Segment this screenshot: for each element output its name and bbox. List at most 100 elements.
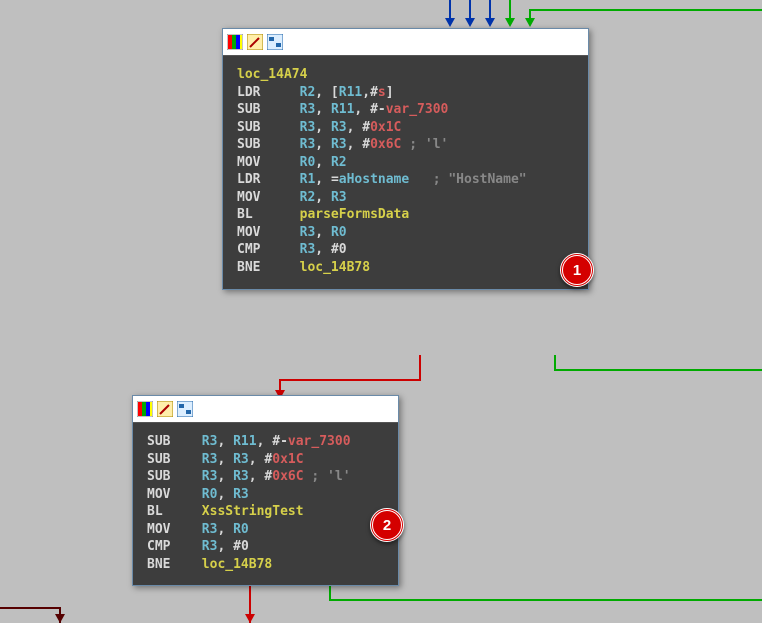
token-reg: R2	[300, 190, 316, 205]
token-reg: R2	[331, 155, 347, 170]
token-cmt: ; 'l'	[401, 137, 448, 152]
token-plain: ,	[217, 522, 233, 537]
token-var: var_7300	[288, 434, 351, 449]
token-reg: R3	[202, 434, 218, 449]
asm-line: MOV R3, R0	[147, 521, 384, 539]
asm-line: MOV R0, R3	[147, 486, 384, 504]
token-plain: ,	[315, 102, 331, 117]
mnemonic: LDR	[237, 85, 300, 100]
token-hex: 0x6C	[370, 137, 401, 152]
edge-arrow	[505, 18, 515, 27]
edge-arrow	[245, 614, 255, 623]
token-str: aHostname	[339, 172, 409, 187]
mnemonic: MOV	[237, 225, 300, 240]
asm-line: BL parseFormsData	[237, 206, 574, 224]
asm-line: SUB R3, R3, #0x1C	[147, 451, 384, 469]
token-var: var_7300	[386, 102, 449, 117]
group-icon[interactable]	[267, 34, 283, 50]
mnemonic: SUB	[237, 137, 300, 152]
color-icon[interactable]	[137, 401, 153, 417]
token-eq: =	[331, 172, 339, 187]
token-reg: R0	[300, 155, 316, 170]
token-plain: ]	[386, 85, 394, 100]
asm-line: BL XssStringTest	[147, 503, 384, 521]
token-plain: ,	[217, 487, 233, 502]
mnemonic: BNE	[237, 260, 300, 275]
token-hash: #-	[272, 434, 288, 449]
token-reg: R3	[331, 137, 347, 152]
edit-icon[interactable]	[157, 401, 173, 417]
edge-arrow	[485, 18, 495, 27]
mnemonic: BL	[237, 207, 300, 222]
mnemonic: SUB	[237, 120, 300, 135]
token-plain: ,	[315, 225, 331, 240]
color-icon[interactable]	[227, 34, 243, 50]
token-reg: R3	[202, 452, 218, 467]
token-plain: ,	[249, 452, 265, 467]
mnemonic: LDR	[237, 172, 300, 187]
asm-line: MOV R3, R0	[237, 224, 574, 242]
token-reg: R3	[300, 102, 316, 117]
edit-icon[interactable]	[247, 34, 263, 50]
token-hash: #	[362, 120, 370, 135]
token-plain: ,	[315, 190, 331, 205]
token-plain: ,	[347, 120, 363, 135]
token-plain: ,	[315, 172, 331, 187]
mnemonic: CMP	[147, 539, 202, 554]
token-plain: ,	[249, 469, 265, 484]
token-plain: ,	[315, 155, 331, 170]
token-num: 0	[241, 539, 249, 554]
token-plain: , [	[315, 85, 338, 100]
token-plain: ,#	[362, 85, 378, 100]
token-reg: R2	[300, 85, 316, 100]
mnemonic: MOV	[237, 190, 300, 205]
token-reg: R0	[202, 487, 218, 502]
token-reg: R3	[202, 522, 218, 537]
edge-arrow	[525, 18, 535, 27]
token-plain: ,	[354, 102, 370, 117]
token-reg: R3	[300, 120, 316, 135]
asm-line: CMP R3, #0	[147, 538, 384, 556]
asm-line: MOV R0, R2	[237, 154, 574, 172]
token-reg: R3	[331, 190, 347, 205]
token-plain: ,	[217, 539, 233, 554]
token-plain: ,	[347, 137, 363, 152]
token-plain: ,	[217, 469, 233, 484]
mnemonic: CMP	[237, 242, 300, 257]
edge-arrow	[465, 18, 475, 27]
node-header	[133, 396, 398, 423]
asm-line: MOV R2, R3	[237, 189, 574, 207]
token-cmt: ; "HostName"	[409, 172, 526, 187]
token-reg: R3	[233, 452, 249, 467]
mnemonic: BL	[147, 504, 202, 519]
token-plain: ,	[257, 434, 273, 449]
token-var: s	[378, 85, 386, 100]
token-plain: ,	[315, 137, 331, 152]
token-reg: R3	[233, 487, 249, 502]
token-hash: #	[331, 242, 339, 257]
asm-line: BNE loc_14B78	[147, 556, 384, 574]
token-plain: ,	[217, 452, 233, 467]
mnemonic: BNE	[147, 557, 202, 572]
annotation-badge-1: 1	[560, 253, 594, 287]
asm-line: SUB R3, R11, #-var_7300	[237, 101, 574, 119]
node-body: SUB R3, R11, #-var_7300SUB R3, R3, #0x1C…	[133, 423, 398, 585]
token-reg: R3	[300, 225, 316, 240]
token-reg: R11	[233, 434, 256, 449]
asm-line: SUB R3, R11, #-var_7300	[147, 433, 384, 451]
mnemonic: SUB	[147, 469, 202, 484]
token-num: 0	[339, 242, 347, 257]
asm-line: SUB R3, R3, #0x1C	[237, 119, 574, 137]
asm-line: LDR R1, =aHostname ; "HostName"	[237, 171, 574, 189]
token-plain: ,	[217, 434, 233, 449]
asm-line: SUB R3, R3, #0x6C ; 'l'	[237, 136, 574, 154]
token-hash: #-	[370, 102, 386, 117]
cfg-node-loc-14A74[interactable]: loc_14A74 LDR R2, [R11,#s]SUB R3, R11, #…	[222, 28, 589, 290]
token-hex: 0x6C	[272, 469, 303, 484]
token-reg: R3	[300, 137, 316, 152]
asm-line: SUB R3, R3, #0x6C ; 'l'	[147, 468, 384, 486]
cfg-node-2[interactable]: SUB R3, R11, #-var_7300SUB R3, R3, #0x1C…	[132, 395, 399, 586]
token-hash: #	[233, 539, 241, 554]
group-icon[interactable]	[177, 401, 193, 417]
token-hash: #	[362, 137, 370, 152]
